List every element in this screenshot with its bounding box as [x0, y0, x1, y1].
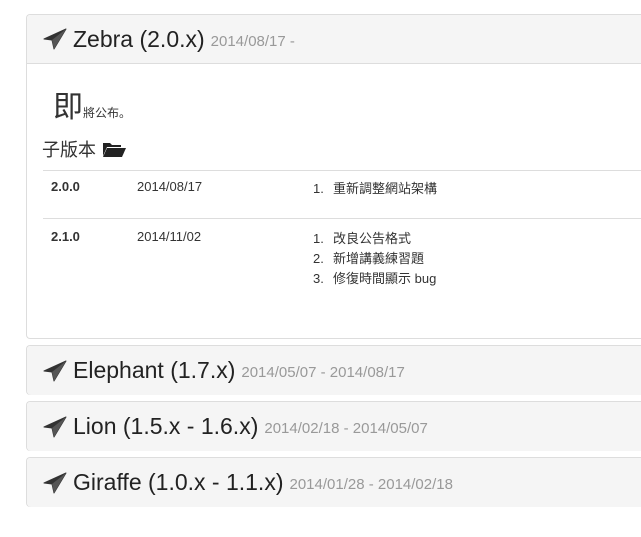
version-heading-lion[interactable]: Lion (1.5.x - 1.6.x) 2014/02/18 - 2014/0…	[27, 402, 641, 451]
subversion-changes: 1. 重新調整網站架構	[305, 170, 641, 219]
subversion-date: 2014/08/17	[129, 170, 305, 219]
version-panel-elephant: Elephant (1.7.x) 2014/05/07 - 2014/08/17	[26, 345, 641, 395]
version-panel-lion: Lion (1.5.x - 1.6.x) 2014/02/18 - 2014/0…	[26, 401, 641, 451]
version-title: Elephant (1.7.x)	[73, 357, 236, 383]
table-row: 2.0.0 2014/08/17 1. 重新調整網站架構	[43, 170, 641, 219]
subversion-date: 2014/11/02	[129, 218, 305, 307]
change-list: 1. 改良公告格式 2. 新增講義練習題 3. 修復時間顯示 bug	[313, 229, 641, 289]
paper-plane-icon	[43, 28, 67, 50]
version-heading-giraffe[interactable]: Giraffe (1.0.x - 1.1.x) 2014/01/28 - 201…	[27, 458, 641, 507]
subversion-table: 2.0.0 2014/08/17 1. 重新調整網站架構 2.1.0 2014/1…	[43, 170, 641, 307]
version-dates: 2014/08/17 -	[210, 32, 295, 50]
change-list: 1. 重新調整網站架構	[313, 179, 641, 199]
subversion-number: 2.0.0	[43, 170, 129, 219]
change-text: 重新調整網站架構	[333, 181, 438, 196]
intro-small-text: 將公布。	[83, 106, 132, 120]
change-text: 修復時間顯示 bug	[333, 271, 437, 286]
version-heading-zebra[interactable]: Zebra (2.0.x) 2014/08/17 -	[27, 15, 641, 64]
version-dates: 2014/01/28 - 2014/02/18	[289, 476, 453, 493]
paper-plane-icon	[43, 360, 67, 381]
list-item: 3. 修復時間顯示 bug	[313, 271, 437, 286]
subversions-label: 子版本	[42, 140, 96, 160]
version-panel-zebra: Zebra (2.0.x) 2014/08/17 - 即將公布。 子版本 2.0…	[26, 14, 641, 339]
subversion-number: 2.1.0	[43, 218, 129, 307]
version-dates: 2014/05/07 - 2014/08/17	[241, 364, 405, 381]
change-text: 新增講義練習題	[333, 251, 425, 266]
folder-open-icon	[103, 143, 126, 157]
version-panel-giraffe: Giraffe (1.0.x - 1.1.x) 2014/01/28 - 201…	[26, 457, 641, 507]
list-item: 1. 改良公告格式	[313, 231, 412, 246]
version-title: Giraffe (1.0.x - 1.1.x)	[73, 469, 284, 495]
list-item: 1. 重新調整網站架構	[313, 181, 438, 196]
list-item: 2. 新增講義練習題	[313, 251, 425, 266]
version-dates: 2014/02/18 - 2014/05/07	[264, 420, 428, 437]
version-title: Zebra (2.0.x)	[73, 25, 205, 52]
version-title: Lion (1.5.x - 1.6.x)	[73, 413, 259, 439]
intro-big-char: 即	[53, 90, 83, 125]
paper-plane-icon	[43, 472, 67, 493]
paper-plane-icon	[43, 416, 67, 437]
version-heading-elephant[interactable]: Elephant (1.7.x) 2014/05/07 - 2014/08/17	[27, 346, 641, 395]
table-row: 2.1.0 2014/11/02 1. 改良公告格式 2. 新增講義練習題 3. 修復…	[43, 218, 641, 307]
intro-text: 即將公布。	[53, 82, 131, 126]
change-text: 改良公告格式	[333, 231, 412, 246]
subversion-changes: 1. 改良公告格式 2. 新增講義練習題 3. 修復時間顯示 bug	[305, 218, 641, 307]
subversions-heading: 子版本	[42, 136, 126, 162]
